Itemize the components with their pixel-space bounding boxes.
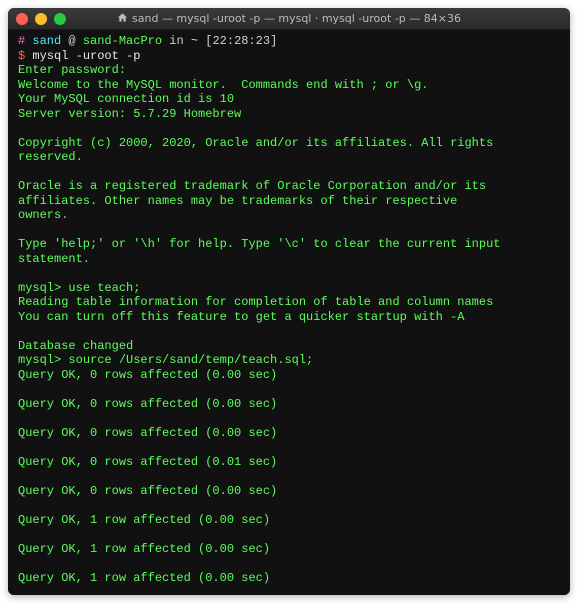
output-line: Welcome to the MySQL monitor. Commands e…: [18, 78, 560, 93]
blank-line: [18, 440, 560, 455]
mysql-command-line: mysql> source /Users/sand/temp/teach.sql…: [18, 353, 560, 368]
output-line: Copyright (c) 2000, 2020, Oracle and/or …: [18, 136, 560, 165]
output-line: owners.: [18, 208, 560, 223]
terminal-window: sand — mysql -uroot -p — mysql · mysql -…: [8, 8, 570, 595]
mysql-prompt: mysql>: [18, 281, 61, 295]
home-icon: [117, 12, 128, 26]
mysql-command-line: mysql> use teach;: [18, 281, 560, 296]
output-line: Query OK, 0 rows affected (0.01 sec): [18, 455, 560, 470]
output-line: Query OK, 0 rows affected (0.00 sec): [18, 368, 560, 383]
output-line: Your MySQL connection id is 10: [18, 92, 560, 107]
output-line: Enter password:: [18, 63, 560, 78]
zoom-icon[interactable]: [54, 13, 66, 25]
command-text: mysql -uroot -p: [32, 49, 140, 63]
prompt-user: sand: [32, 34, 61, 48]
prompt-dollar: $: [18, 49, 25, 63]
titlebar[interactable]: sand — mysql -uroot -p — mysql · mysql -…: [8, 8, 570, 30]
output-line: Query OK, 0 rows affected (0.00 sec): [18, 397, 560, 412]
output-line: Query OK, 0 rows affected (0.00 sec): [18, 426, 560, 441]
blank-line: [18, 527, 560, 542]
output-line: Query OK, 1 row affected (0.00 sec): [18, 542, 560, 557]
blank-line: [18, 382, 560, 397]
blank-line: [18, 266, 560, 281]
prompt-hash: #: [18, 34, 25, 48]
blank-line: [18, 324, 560, 339]
output-line: Query OK, 1 row affected (0.00 sec): [18, 571, 560, 586]
prompt-at: @: [68, 34, 75, 48]
output-line: Query OK, 1 row affected (0.00 sec): [18, 513, 560, 528]
output-line: Server version: 5.7.29 Homebrew: [18, 107, 560, 122]
prompt-host: sand-MacPro: [83, 34, 162, 48]
command-text: use teach;: [68, 281, 140, 295]
prompt-line: # sand @ sand-MacPro in ~ [22:28:23]: [18, 34, 560, 49]
command-text: source /Users/sand/temp/teach.sql;: [68, 353, 313, 367]
prompt-in: in: [169, 34, 183, 48]
blank-line: [18, 223, 560, 238]
output-line: Oracle is a registered trademark of Orac…: [18, 179, 560, 194]
close-icon[interactable]: [16, 13, 28, 25]
blank-line: [18, 165, 560, 180]
mysql-prompt: mysql>: [18, 353, 61, 367]
blank-line: [18, 498, 560, 513]
traffic-lights: [16, 13, 66, 25]
command-line: $ mysql -uroot -p: [18, 49, 560, 64]
minimize-icon[interactable]: [35, 13, 47, 25]
terminal-body[interactable]: # sand @ sand-MacPro in ~ [22:28:23]$ my…: [8, 30, 570, 595]
output-line: Database changed: [18, 339, 560, 354]
output-line: Type 'help;' or '\h' for help. Type '\c'…: [18, 237, 560, 266]
output-line: Query OK, 0 rows affected (0.00 sec): [18, 484, 560, 499]
output-line: Reading table information for completion…: [18, 295, 560, 310]
blank-line: [18, 121, 560, 136]
output-line: affiliates. Other names may be trademark…: [18, 194, 560, 209]
window-title-text: sand — mysql -uroot -p — mysql · mysql -…: [132, 12, 461, 25]
output-line: You can turn off this feature to get a q…: [18, 310, 560, 325]
blank-line: [18, 411, 560, 426]
blank-line: [18, 556, 560, 571]
blank-line: [18, 469, 560, 484]
prompt-time: [22:28:23]: [205, 34, 277, 48]
prompt-dir: ~: [191, 34, 198, 48]
window-title: sand — mysql -uroot -p — mysql · mysql -…: [8, 12, 570, 26]
